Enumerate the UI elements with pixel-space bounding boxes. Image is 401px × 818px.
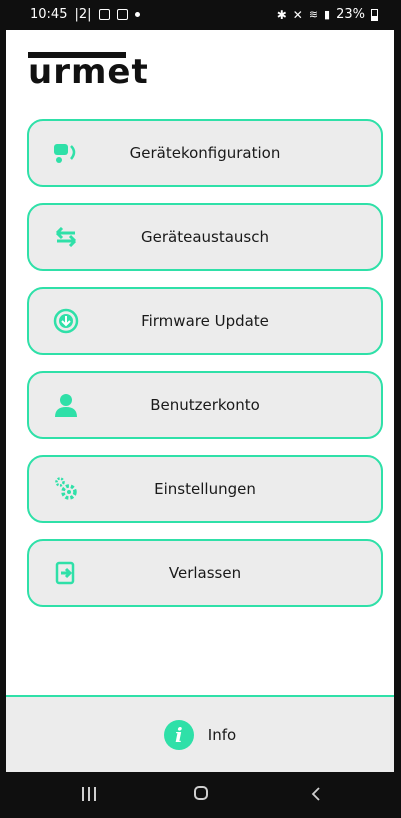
user-icon: [53, 392, 79, 418]
gears-icon: [53, 476, 79, 502]
app-screen: 10:45 |2| ✱ ✕ ≋ ▮ 23% urmet Gerätekonfig…: [0, 0, 401, 818]
status-bar: 10:45 |2| ✱ ✕ ≋ ▮ 23%: [6, 0, 394, 30]
status-indicator: |2|: [74, 7, 92, 22]
app-notification-icon: [116, 9, 128, 20]
firmware-update-button[interactable]: Firmware Update: [27, 287, 383, 355]
device-configuration-label: Gerätekonfiguration: [129, 144, 281, 162]
recent-apps-icon[interactable]: [82, 787, 96, 801]
device-configuration-button[interactable]: Gerätekonfiguration: [27, 119, 383, 187]
settings-button[interactable]: Einstellungen: [27, 455, 383, 523]
firmware-update-label: Firmware Update: [141, 312, 269, 330]
gallery-icon: [98, 9, 110, 20]
battery-percent: 23%: [336, 7, 365, 22]
device-exchange-button[interactable]: Geräteaustausch: [27, 203, 383, 271]
main-menu: Gerätekonfiguration Geräteaustausch Firm…: [27, 119, 383, 623]
system-navigation-bar: [0, 772, 401, 818]
user-account-button[interactable]: Benutzerkonto: [27, 371, 383, 439]
battery-icon: [371, 8, 378, 21]
home-icon[interactable]: [194, 786, 208, 800]
bluetooth-icon: ✱: [276, 7, 287, 22]
device-config-icon: [53, 140, 79, 166]
user-account-label: Benutzerkonto: [150, 396, 260, 414]
footer-bar: i Info: [6, 697, 394, 772]
download-circle-icon: [53, 308, 79, 334]
signal-icon: ▮: [324, 8, 331, 21]
status-time: 10:45: [30, 7, 68, 22]
urmet-logo: urmet: [28, 52, 149, 92]
more-notifications-icon: [134, 12, 140, 17]
device-exchange-label: Geräteaustausch: [141, 228, 269, 246]
wifi-icon: ≋: [308, 8, 319, 21]
info-label[interactable]: Info: [208, 726, 236, 744]
back-icon[interactable]: [308, 786, 324, 802]
exit-icon: [53, 560, 79, 586]
settings-label: Einstellungen: [154, 480, 256, 498]
exit-button[interactable]: Verlassen: [27, 539, 383, 607]
mute-icon: ✕: [292, 7, 303, 22]
info-icon[interactable]: i: [163, 719, 194, 750]
swap-arrows-icon: [53, 224, 79, 250]
device-bezel-right: [394, 0, 401, 818]
exit-label: Verlassen: [168, 564, 242, 582]
